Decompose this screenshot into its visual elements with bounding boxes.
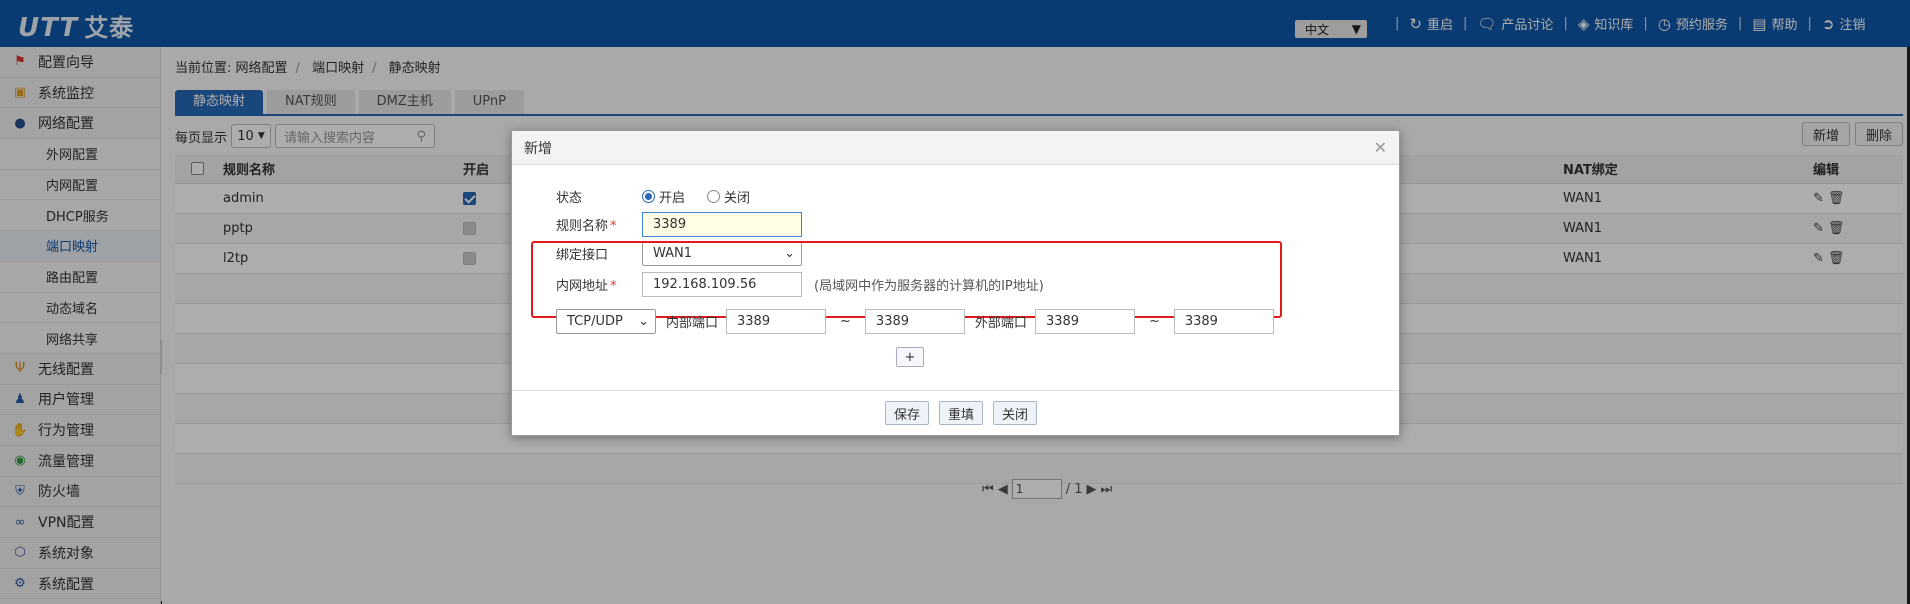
protocol-select[interactable]: TCP/UDP ⌄ (556, 309, 656, 334)
rule-name-input[interactable]: 3389 (642, 212, 802, 237)
outer-port-start-input[interactable]: 3389 (1034, 309, 1135, 334)
close-icon[interactable]: ✕ (1374, 138, 1387, 157)
outer-port-end-input[interactable]: 3389 (1173, 309, 1274, 334)
outer-port-label: 外部端口 (974, 316, 1027, 331)
add-port-row-button[interactable]: + (896, 347, 924, 367)
status-off-radio[interactable]: 关闭 (707, 187, 750, 206)
status-on-radio[interactable]: 开启 (642, 187, 685, 206)
internal-ip-input[interactable]: 192.168.109.56 (642, 272, 802, 297)
add-mapping-dialog: 新增 ✕ 状态 开启 关闭 规则名称 * 3389 绑定接口 WAN1 ⌄ 内网地址… (511, 130, 1400, 436)
inner-port-label: 内部端口 (666, 316, 719, 331)
close-button[interactable]: 关闭 (993, 401, 1038, 425)
internal-ip-hint: (局域网中作为服务器的计算机的IP地址) (814, 279, 1044, 294)
status-row: 状态 开启 关闭 (556, 187, 750, 206)
save-button[interactable]: 保存 (885, 401, 930, 425)
chevron-down-icon: ⌄ (638, 314, 649, 329)
dialog-header: 新增 ✕ (512, 131, 1399, 165)
dialog-buttons: 保存 重填 关闭 (885, 401, 1038, 425)
internal-ip-row: 内网地址 * 192.168.109.56 (局域网中作为服务器的计算机的IP地址… (556, 272, 1044, 297)
port-row: TCP/UDP ⌄ 内部端口 3389 ~ 3389 外部端口 3389 ~ 33… (556, 309, 1274, 334)
rule-name-row: 规则名称 * 3389 (556, 212, 802, 237)
dialog-footer-divider (512, 390, 1399, 391)
inner-port-start-input[interactable]: 3389 (726, 309, 827, 334)
inner-port-end-input[interactable]: 3389 (864, 309, 965, 334)
reset-button[interactable]: 重填 (939, 401, 984, 425)
dialog-title: 新增 (524, 140, 552, 157)
